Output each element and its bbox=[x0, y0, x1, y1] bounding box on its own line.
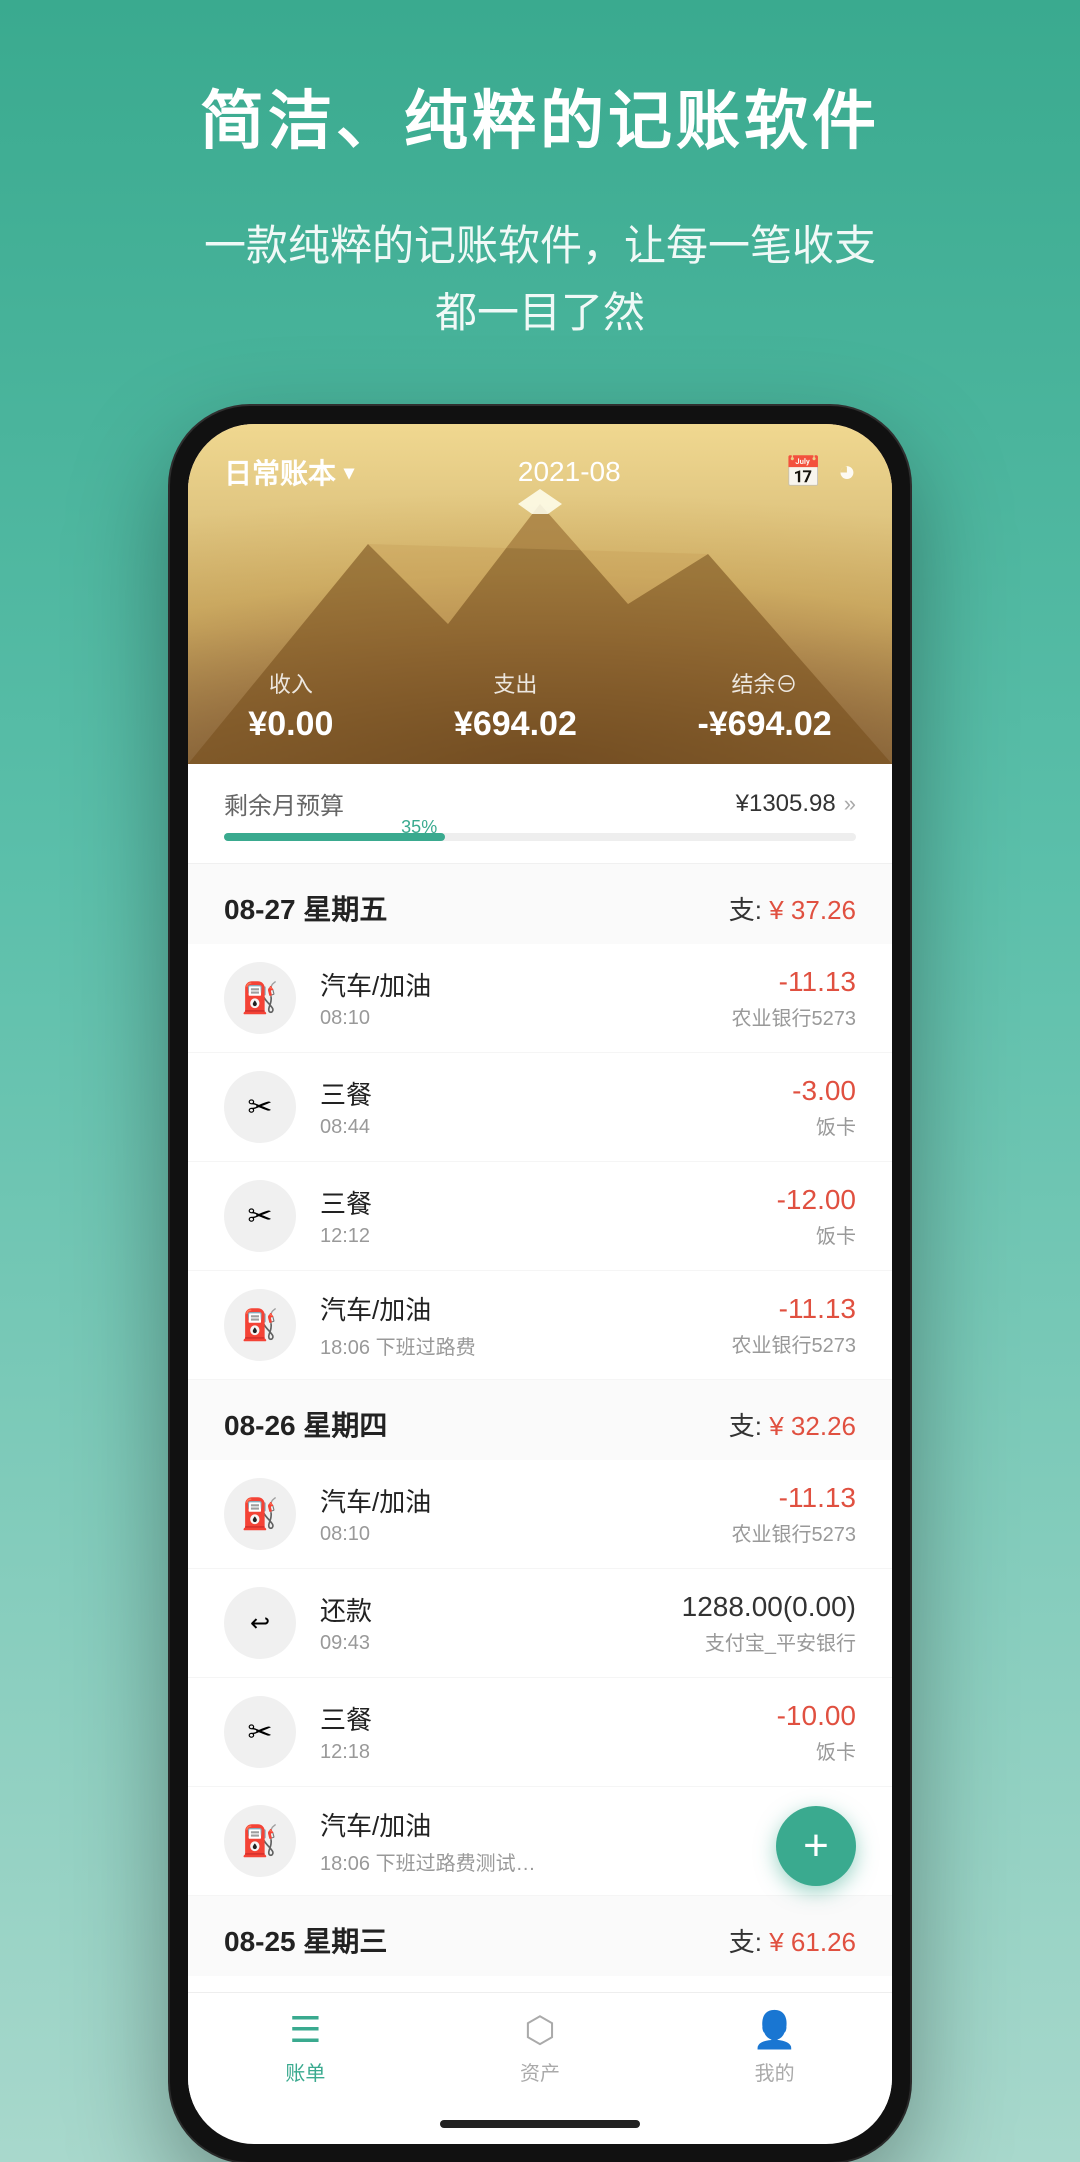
table-row[interactable]: ✂ 三餐 08:44 -3.00 饭卡 bbox=[188, 1053, 892, 1162]
tx-amount: 1288.00(0.00) bbox=[682, 1591, 856, 1623]
transaction-list: 08-27 星期五 支: ¥ 37.26 ⛽ 汽车/加油 08:10 -11.1… bbox=[188, 864, 892, 1976]
tx-name: 还款 bbox=[320, 1591, 682, 1628]
budget-amount: ¥1305.98 » bbox=[736, 790, 856, 818]
tx-account: 农业银行5273 bbox=[732, 1002, 857, 1031]
tx-name: 汽车/加油 bbox=[320, 1482, 732, 1519]
home-indicator bbox=[440, 2120, 640, 2128]
tx-amount: -3.00 bbox=[792, 1075, 856, 1107]
day-title-0825: 08-25 星期三 bbox=[224, 1920, 387, 1960]
table-row[interactable]: ✂ 三餐 12:12 -12.00 饭卡 bbox=[188, 1162, 892, 1271]
fuel-icon: ⛽ bbox=[224, 1478, 296, 1550]
assets-icon: ⬡ bbox=[524, 2009, 555, 2051]
tx-time: 18:06 下班过路费测试… bbox=[320, 1847, 796, 1876]
day-total-0826: 支: ¥ 32.26 bbox=[729, 1406, 856, 1443]
tx-amount: -11.13 bbox=[732, 1293, 857, 1325]
meal-icon: ✂ bbox=[224, 1071, 296, 1143]
app-title: 简洁、纯粹的记账软件 bbox=[200, 70, 880, 162]
tx-account: 饭卡 bbox=[777, 1736, 856, 1765]
add-transaction-button[interactable]: + bbox=[776, 1806, 856, 1886]
tx-amount: -10.00 bbox=[777, 1700, 856, 1732]
tx-name: 三餐 bbox=[320, 1184, 777, 1221]
tx-time: 09:43 bbox=[320, 1632, 682, 1655]
budget-chevron-icon: » bbox=[844, 791, 856, 817]
tx-amount: -11.13 bbox=[732, 966, 857, 998]
tx-account: 饭卡 bbox=[792, 1111, 856, 1140]
meal-icon: ✂ bbox=[224, 1696, 296, 1768]
tx-account: 饭卡 bbox=[777, 1220, 856, 1249]
tx-amount: -12.00 bbox=[777, 1184, 856, 1216]
tx-name: 汽车/加油 bbox=[320, 1290, 732, 1327]
table-row[interactable]: ⛽ 汽车/加油 08:10 -11.13 农业银行5273 bbox=[188, 1460, 892, 1569]
tx-account: 农业银行5273 bbox=[732, 1329, 857, 1358]
fuel-icon: ⛽ bbox=[224, 962, 296, 1034]
day-title-0827: 08-27 星期五 bbox=[224, 888, 387, 928]
table-row[interactable]: ✂ 三餐 12:18 -10.00 饭卡 bbox=[188, 1678, 892, 1787]
budget-percent: 35% bbox=[401, 817, 437, 838]
phone-mockup: 日常账本 2021-08 📅 ◕ 收入 ¥0.00 支出 ¥694.02 bbox=[170, 406, 910, 2162]
tx-name: 汽车/加油 bbox=[320, 1806, 796, 1843]
day-total-0827: 支: ¥ 37.26 bbox=[729, 890, 856, 927]
balance-stat: 结余⊖ -¥694.02 bbox=[697, 667, 831, 744]
day-total-0825: 支: ¥ 61.26 bbox=[729, 1922, 856, 1959]
tx-time: 12:12 bbox=[320, 1225, 777, 1248]
day-section-0827: 08-27 星期五 支: ¥ 37.26 ⛽ 汽车/加油 08:10 -11.1… bbox=[188, 864, 892, 1380]
date-display: 2021-08 bbox=[518, 456, 621, 488]
budget-section[interactable]: 剩余月预算 ¥1305.98 » 35% bbox=[188, 764, 892, 864]
account-name[interactable]: 日常账本 bbox=[224, 452, 354, 492]
profile-icon: 👤 bbox=[752, 2009, 797, 2051]
repayment-icon: ↩ bbox=[224, 1587, 296, 1659]
screen-header: 日常账本 2021-08 📅 ◕ 收入 ¥0.00 支出 ¥694.02 bbox=[188, 424, 892, 764]
nav-label-mine: 我的 bbox=[755, 2057, 795, 2086]
nav-label-assets: 资产 bbox=[520, 2057, 560, 2086]
tx-time: 08:10 bbox=[320, 1007, 732, 1030]
nav-label-bills: 账单 bbox=[285, 2057, 325, 2086]
nav-item-bills[interactable]: ☰ 账单 bbox=[188, 2009, 423, 2086]
expense-stat: 支出 ¥694.02 bbox=[454, 667, 577, 744]
tx-name: 三餐 bbox=[320, 1075, 792, 1112]
bills-icon: ☰ bbox=[289, 2009, 321, 2051]
nav-item-mine[interactable]: 👤 我的 bbox=[657, 2009, 892, 2086]
budget-bar: 35% bbox=[224, 833, 856, 841]
table-row[interactable]: ↩ 还款 09:43 1288.00(0.00) 支付宝_平安银行 bbox=[188, 1569, 892, 1678]
tx-amount: -11.13 bbox=[732, 1482, 857, 1514]
tx-time: 18:06 下班过路费 bbox=[320, 1331, 732, 1360]
tx-time: 08:10 bbox=[320, 1523, 732, 1546]
day-header-0825: 08-25 星期三 支: ¥ 61.26 bbox=[188, 1896, 892, 1976]
nav-item-assets[interactable]: ⬡ 资产 bbox=[423, 2009, 658, 2086]
tx-time: 08:44 bbox=[320, 1116, 792, 1139]
fuel-icon: ⛽ bbox=[224, 1805, 296, 1877]
table-row[interactable]: ⛽ 汽车/加油 18:06 下班过路费 -11.13 农业银行5273 bbox=[188, 1271, 892, 1380]
budget-label: 剩余月预算 bbox=[224, 786, 344, 821]
tx-name: 汽车/加油 bbox=[320, 966, 732, 1003]
meal-icon: ✂ bbox=[224, 1180, 296, 1252]
bottom-nav: ☰ 账单 ⬡ 资产 👤 我的 bbox=[188, 1992, 892, 2110]
fuel-icon: ⛽ bbox=[224, 1289, 296, 1361]
day-title-0826: 08-26 星期四 bbox=[224, 1404, 387, 1444]
tx-account: 农业银行5273 bbox=[732, 1518, 857, 1547]
tx-name: 三餐 bbox=[320, 1700, 777, 1737]
tx-time: 12:18 bbox=[320, 1741, 777, 1764]
calendar-icon[interactable]: 📅 bbox=[785, 455, 822, 490]
table-row[interactable]: ⛽ 汽车/加油 08:10 -11.13 农业银行5273 bbox=[188, 944, 892, 1053]
app-subtitle: 一款纯粹的记账软件，让每一笔收支都一目了然 bbox=[144, 212, 936, 346]
tx-account: 支付宝_平安银行 bbox=[682, 1627, 856, 1656]
income-stat: 收入 ¥0.00 bbox=[248, 667, 333, 744]
chart-icon[interactable]: ◕ bbox=[838, 455, 856, 489]
